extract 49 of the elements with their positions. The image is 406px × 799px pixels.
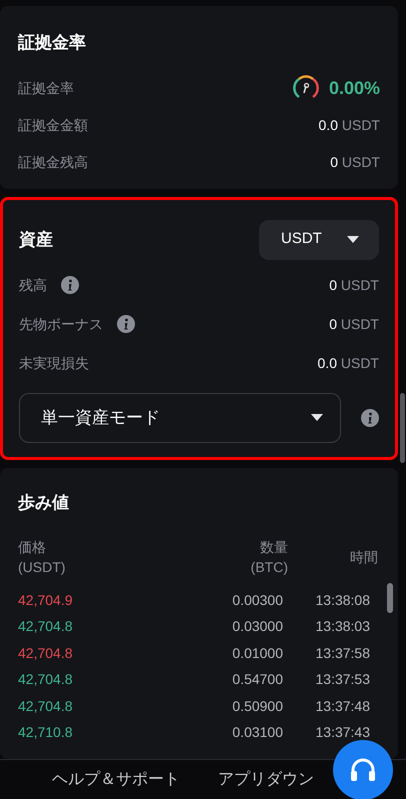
quantity-cell-text: 0.00300 xyxy=(231,590,283,610)
column-header: 時間 xyxy=(349,548,379,567)
scrollbar-thumb[interactable] xyxy=(400,393,405,463)
row-label: 先物ボーナス xyxy=(19,314,103,334)
quantity-cell-text: 0.03100 xyxy=(231,723,283,742)
footer-link[interactable]: ヘルプ＆サポート xyxy=(52,768,180,792)
caret-icon xyxy=(311,414,323,421)
headset-icon xyxy=(349,757,377,783)
scrollbar-thumb[interactable] xyxy=(387,582,393,612)
quantity-cell-text: 0.54700 xyxy=(231,670,283,690)
row-label: 証拠金率 xyxy=(18,78,74,98)
amount-value: 0 USDT xyxy=(329,314,379,334)
row-label: 未実現損失 xyxy=(19,354,89,372)
time-cell-text: 13:37:48 xyxy=(314,696,371,716)
info-icon[interactable] xyxy=(61,276,79,294)
amount-value: 0 USDT xyxy=(329,276,379,294)
time-cell-text: 13:37:53 xyxy=(314,670,371,690)
gauge-icon xyxy=(292,75,319,101)
section-title: 資産 xyxy=(19,228,53,251)
price-cell-text: 42,704.9 xyxy=(18,590,74,610)
amount-value: 0.0 USDT xyxy=(318,354,379,372)
currency-dropdown[interactable]: USDT xyxy=(259,220,379,260)
quantity-cell-text: 0.50900 xyxy=(231,696,283,716)
price-cell-text: 42,704.8 xyxy=(18,644,74,663)
mode-dropdown[interactable]: 単一資産モード xyxy=(19,392,341,442)
amount-value: 0 USDT xyxy=(330,152,380,172)
column-header: 価格 (USDT) xyxy=(18,538,66,577)
price-cell-text: 42,704.8 xyxy=(18,617,74,636)
row-label: 残高 xyxy=(19,276,47,294)
price-cell-text: 42,704.8 xyxy=(18,670,74,690)
price-cell-text: 42,710.8 xyxy=(18,723,74,742)
time-cell-text: 13:38:03 xyxy=(314,617,371,636)
ratio-value: 0.00% xyxy=(328,76,380,100)
info-icon[interactable] xyxy=(117,315,135,333)
quantity-cell-text: 0.01000 xyxy=(231,644,283,663)
info-icon[interactable] xyxy=(361,408,379,426)
time-cell-text: 13:37:58 xyxy=(314,644,371,663)
caret-icon xyxy=(347,236,359,243)
footer-link[interactable]: アプリダウン xyxy=(218,768,314,792)
column-header: 数量 (BTC) xyxy=(250,538,288,577)
time-cell-text: 13:38:08 xyxy=(314,590,371,610)
row-label: 証拠金残高 xyxy=(18,152,88,172)
row-label: 証拠金金額 xyxy=(18,116,88,134)
section-title: 歩み値 xyxy=(18,492,70,514)
time-cell-text: 13:37:43 xyxy=(314,723,371,742)
amount-value: 0.0 USDT xyxy=(318,116,380,134)
quantity-cell-text: 0.03000 xyxy=(231,617,283,636)
section-title: 証拠金率 xyxy=(18,32,87,54)
price-cell-text: 42,704.8 xyxy=(18,696,74,716)
